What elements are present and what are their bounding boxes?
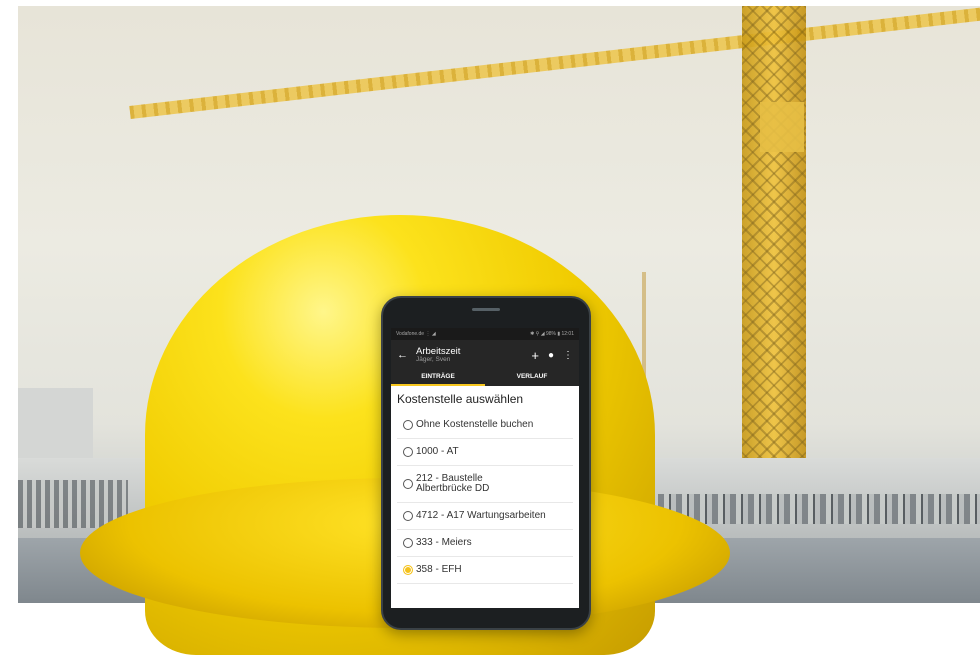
- status-bar: Vodafone.de ⋮ ◢ ✱ ⚲ ◢ 98% ▮ 12:01: [391, 328, 579, 340]
- tab-eintraege[interactable]: EINTRÄGE: [391, 370, 485, 386]
- phone-speaker: [472, 308, 500, 311]
- person-icon[interactable]: ●: [548, 350, 554, 361]
- tab-verlauf[interactable]: VERLAUF: [485, 370, 579, 386]
- add-icon[interactable]: +: [531, 348, 539, 363]
- smartphone: Vodafone.de ⋮ ◢ ✱ ⚲ ◢ 98% ▮ 12:01 ← Arbe…: [381, 296, 591, 630]
- list-item-212[interactable]: 212 - Baustelle Albertbrücke DD: [397, 466, 573, 503]
- list-item-1000[interactable]: 1000 - AT: [397, 439, 573, 466]
- list-item-label: 358 - EFH: [416, 563, 462, 575]
- app-bar: ← Arbeitszeit Jäger, Sven + ● ⋮: [391, 340, 579, 370]
- list-item-333[interactable]: 333 - Meiers: [397, 530, 573, 557]
- tab-bar: EINTRÄGE VERLAUF: [391, 370, 579, 386]
- arrow-left-icon[interactable]: ←: [397, 349, 408, 361]
- building-tower: [18, 388, 93, 468]
- list-item-label: Ohne Kostenstelle buchen: [416, 418, 534, 430]
- building-windows: [658, 494, 980, 524]
- list-item-4712[interactable]: 4712 - A17 Wartungsarbeiten: [397, 503, 573, 530]
- crane-mast: [742, 6, 806, 536]
- radio-button-selected[interactable]: [403, 565, 413, 575]
- radio-button[interactable]: [403, 538, 413, 548]
- app-titles: Arbeitszeit Jäger, Sven: [416, 345, 522, 364]
- phone-screen: Vodafone.de ⋮ ◢ ✱ ⚲ ◢ 98% ▮ 12:01 ← Arbe…: [391, 328, 579, 608]
- radio-button[interactable]: [403, 447, 413, 457]
- list-item-label: 1000 - AT: [416, 445, 459, 457]
- crane-cab: [760, 102, 804, 152]
- app-title: Arbeitszeit: [416, 345, 461, 357]
- section-title: Kostenstelle auswählen: [397, 392, 524, 406]
- list-item-label: 212 - Baustelle Albertbrücke DD: [416, 472, 490, 494]
- status-carrier: Vodafone.de ⋮ ◢: [396, 331, 436, 337]
- status-indicators: ✱ ⚲ ◢ 98% ▮ 12:01: [530, 331, 574, 337]
- more-vert-icon[interactable]: ⋮: [563, 350, 573, 361]
- list-item-label: 333 - Meiers: [416, 536, 472, 548]
- radio-button[interactable]: [403, 420, 413, 430]
- list-item-label: 4712 - A17 Wartungsarbeiten: [416, 509, 546, 521]
- radio-button[interactable]: [403, 511, 413, 521]
- list-item-ohne-kostenstelle[interactable]: Ohne Kostenstelle buchen: [397, 412, 573, 439]
- crane-jib: [129, 7, 980, 119]
- content: Kostenstelle auswählen Ohne Kostenstelle…: [391, 386, 579, 584]
- list-item-358[interactable]: 358 - EFH: [397, 557, 573, 584]
- app-subtitle: Jäger, Sven: [416, 356, 451, 363]
- radio-button[interactable]: [403, 479, 413, 489]
